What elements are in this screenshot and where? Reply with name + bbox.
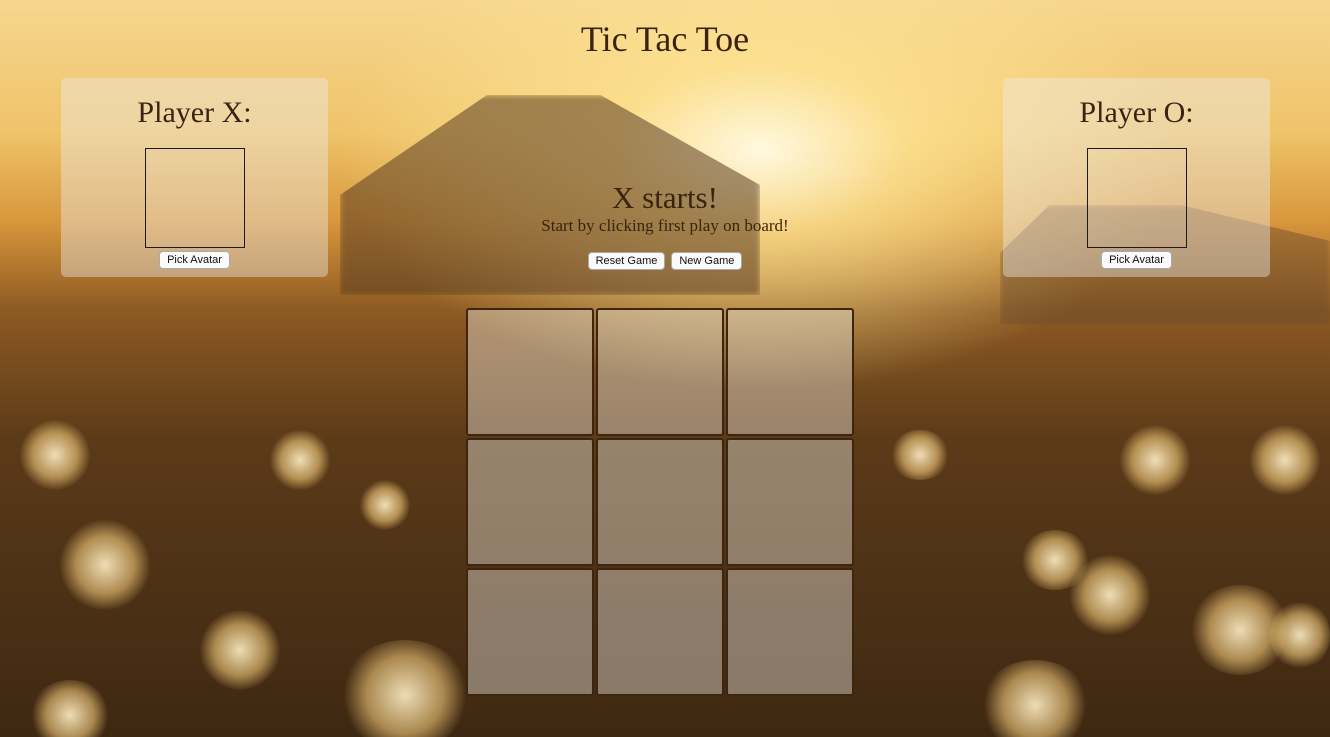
dandelion	[340, 640, 470, 737]
board-cell-4[interactable]	[466, 438, 594, 566]
dandelion	[1070, 555, 1150, 635]
reset-game-button[interactable]: Reset Game	[587, 252, 666, 270]
game-controls: Reset Game New Game	[0, 251, 1330, 270]
page-title: Tic Tac Toe	[580, 19, 750, 59]
player-o-panel: Player O: Pick Avatar	[1003, 78, 1270, 277]
board-cell-5[interactable]	[596, 438, 724, 566]
dandelion	[1270, 600, 1330, 670]
player-x-panel: Player X: Pick Avatar	[61, 78, 328, 277]
dandelion	[980, 660, 1090, 737]
dandelion	[200, 610, 280, 690]
board-cell-3[interactable]	[726, 308, 854, 436]
dandelion	[60, 520, 150, 610]
board-cell-8[interactable]	[596, 568, 724, 696]
turn-status: X starts!	[612, 180, 718, 215]
instruction-text: Start by clicking first play on board!	[541, 216, 789, 235]
board-cell-6[interactable]	[726, 438, 854, 566]
dandelion	[1120, 425, 1190, 495]
new-game-button[interactable]: New Game	[671, 252, 743, 270]
board-cell-9[interactable]	[726, 568, 854, 696]
player-x-label: Player X:	[137, 96, 252, 129]
dandelion	[360, 480, 410, 530]
dandelion	[890, 430, 950, 480]
board-cell-7[interactable]	[466, 568, 594, 696]
game-board	[466, 308, 856, 698]
dandelion	[1250, 425, 1320, 495]
dandelion	[30, 680, 110, 737]
dandelion	[1190, 585, 1290, 675]
dandelion	[1020, 530, 1090, 590]
board-cell-1[interactable]	[466, 308, 594, 436]
dandelion	[20, 420, 90, 490]
dandelion	[270, 430, 330, 490]
game-status: X starts! Start by clicking first play o…	[0, 180, 1330, 236]
player-o-label: Player O:	[1079, 96, 1194, 129]
board-cell-2[interactable]	[596, 308, 724, 436]
